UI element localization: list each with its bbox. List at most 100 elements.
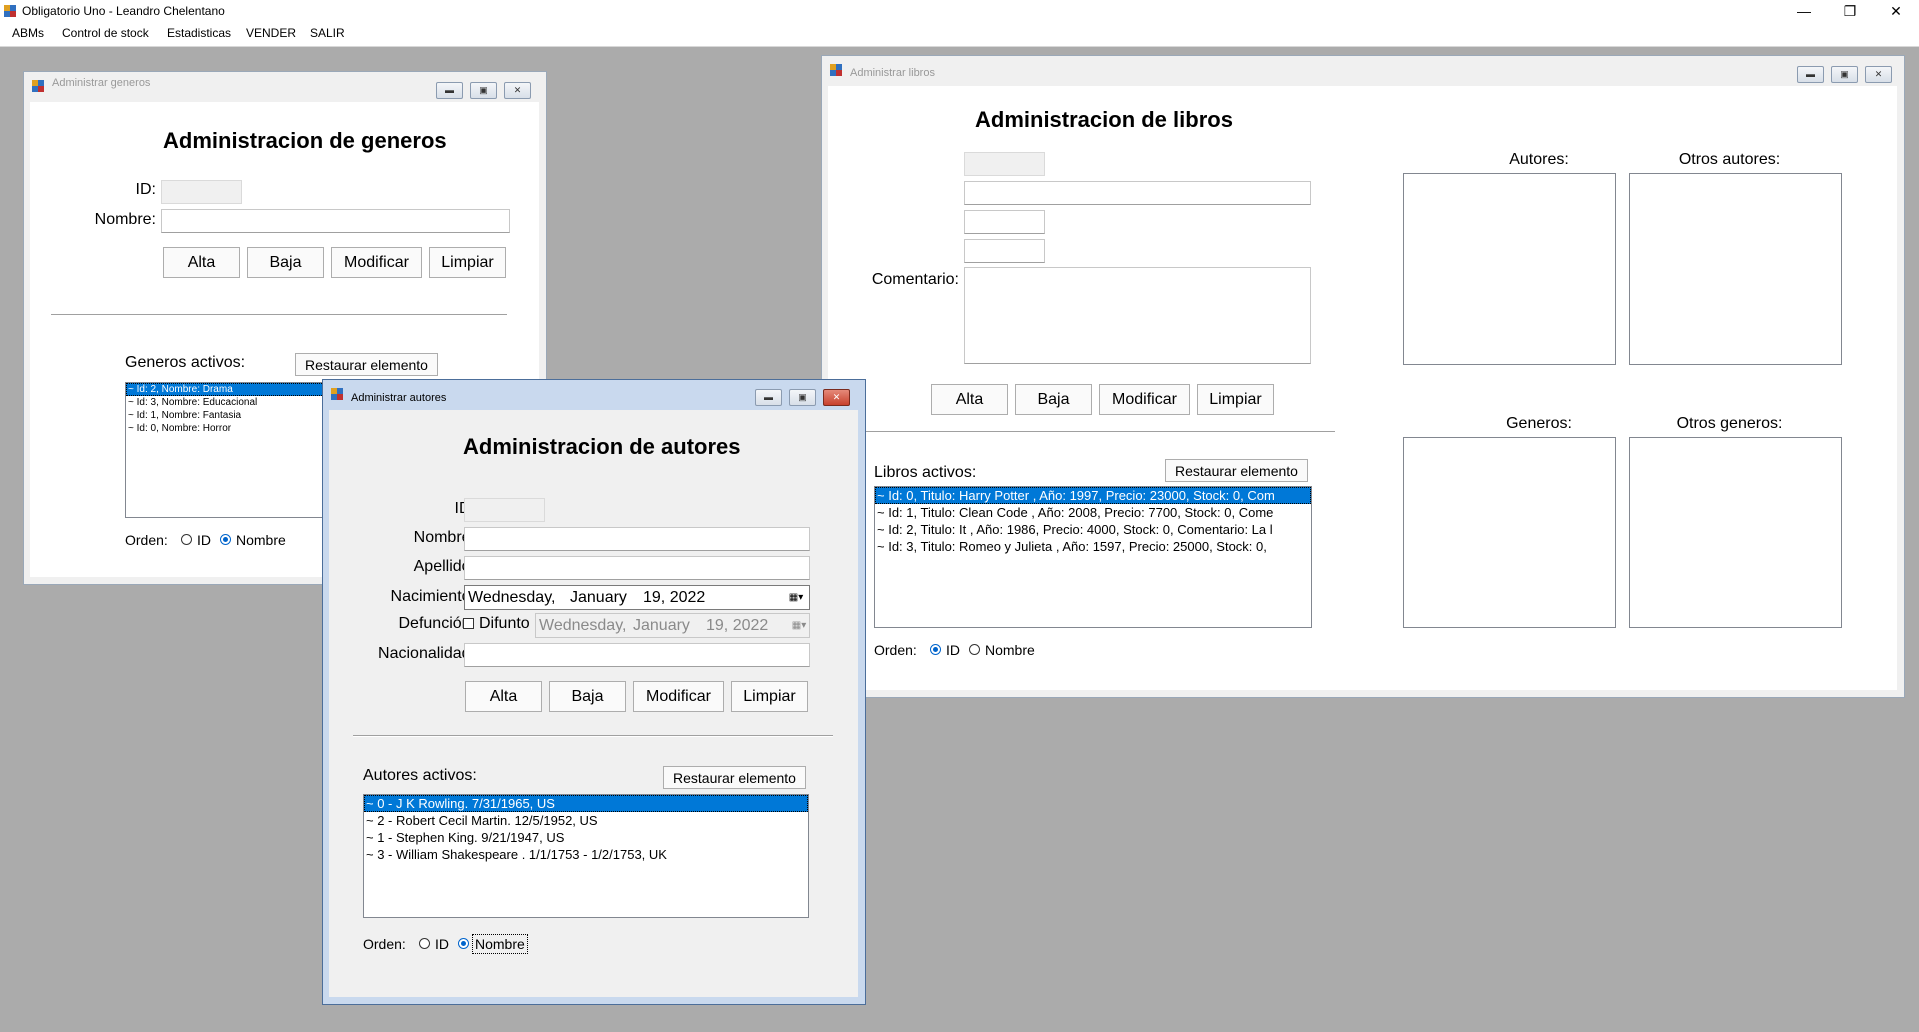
list-item[interactable]: ~ Id: 2, Titulo: It , Año: 1986, Precio:… (875, 521, 1311, 538)
autores-nacionalidad-label: Nacionalidad: (378, 645, 475, 662)
libros-otros-generos-label: Otros generos: (1676, 415, 1783, 432)
autores-modificar-button[interactable]: Modificar (633, 681, 724, 712)
window-icon (32, 80, 44, 92)
calendar-dropdown-icon[interactable]: ▦▾ (788, 590, 804, 606)
autores-maximize-icon[interactable]: ▣ (789, 389, 816, 406)
autores-nacionalidad-field[interactable] (464, 643, 810, 667)
autores-alta-button[interactable]: Alta (465, 681, 542, 712)
libros-otros-autores-listbox[interactable] (1629, 173, 1842, 365)
list-item[interactable]: ~ Id: 3, Titulo: Romeo y Julieta , Año: … (875, 538, 1311, 555)
generos-minimize-icon[interactable]: ▬ (436, 82, 463, 99)
generos-divider (51, 314, 507, 316)
libros-alta-button[interactable]: Alta (931, 384, 1008, 415)
libros-generos-listbox[interactable] (1403, 437, 1616, 628)
minimize-icon[interactable]: — (1781, 0, 1827, 22)
autores-minimize-icon[interactable]: ▬ (755, 389, 782, 406)
libros-anio-field[interactable] (964, 210, 1045, 234)
autores-close-icon[interactable]: ✕ (823, 389, 850, 406)
generos-list-label: Generos activos: (125, 354, 246, 371)
list-item[interactable]: ~ 0 - J K Rowling. 7/31/1965, US (364, 795, 808, 812)
libros-close-icon[interactable]: ✕ (1865, 66, 1892, 83)
generos-orden-nombre-radio[interactable] (220, 534, 231, 545)
close-icon[interactable]: ✕ (1873, 0, 1919, 22)
autores-orden-nombre-radio[interactable] (458, 938, 469, 949)
generos-id-field[interactable] (161, 180, 242, 204)
libros-precio-field[interactable] (964, 239, 1045, 263)
libros-modificar-button[interactable]: Modificar (1099, 384, 1190, 415)
list-item[interactable]: ~ Id: 0, Titulo: Harry Potter , Año: 199… (875, 487, 1311, 504)
generos-id-label: ID: (135, 181, 156, 198)
menu-control-stock[interactable]: Control de stock (58, 26, 153, 40)
generos-close-icon[interactable]: ✕ (504, 82, 531, 99)
nacimiento-month: January (570, 588, 627, 606)
list-item[interactable]: ~ Id: 1, Titulo: Clean Code , Año: 2008,… (875, 504, 1311, 521)
libros-minimize-icon[interactable]: ▬ (1797, 66, 1824, 83)
autores-window-title: Administrar autores (351, 392, 447, 404)
libros-restore-button[interactable]: Restaurar elemento (1165, 459, 1308, 482)
list-item[interactable]: ~ Id: 0, Nombre: Horror (126, 422, 324, 435)
libros-divider (828, 431, 1335, 433)
menu-salir[interactable]: SALIR (306, 26, 349, 40)
libros-listbox[interactable]: ~ Id: 0, Titulo: Harry Potter , Año: 199… (874, 486, 1312, 628)
autores-divider (353, 735, 833, 737)
list-item[interactable]: ~ 2 - Robert Cecil Martin. 12/5/1952, US (364, 812, 808, 829)
libros-orden-nombre-radio[interactable] (969, 644, 980, 655)
autores-nombre-label: Nombre: (413, 529, 475, 546)
list-item[interactable]: ~ 1 - Stephen King. 9/21/1947, US (364, 829, 808, 846)
generos-restore-button[interactable]: Restaurar elemento (295, 353, 438, 376)
menu-abms[interactable]: ABMs (8, 26, 48, 40)
autores-orden-label: Orden: (363, 936, 406, 952)
generos-orden-label: Orden: (125, 532, 168, 548)
libros-maximize-icon[interactable]: ▣ (1831, 66, 1858, 83)
generos-baja-button[interactable]: Baja (247, 247, 324, 278)
autores-nacimiento-datepicker[interactable]: Wednesday, January 19, 2022 ▦▾ (464, 585, 810, 610)
autores-window-caption: Administrar autores ▬ ▣ ✕ (323, 380, 865, 406)
generos-modificar-button[interactable]: Modificar (331, 247, 422, 278)
autores-apellido-field[interactable] (464, 556, 810, 580)
libros-otros-generos-listbox[interactable] (1629, 437, 1842, 628)
libros-comentario-field[interactable] (964, 267, 1311, 364)
autores-restore-button[interactable]: Restaurar elemento (663, 766, 806, 789)
generos-alta-button[interactable]: Alta (163, 247, 240, 278)
generos-orden-nombre-label: Nombre (236, 532, 286, 548)
maximize-icon[interactable]: ❐ (1827, 0, 1873, 22)
libros-baja-button[interactable]: Baja (1015, 384, 1092, 415)
generos-listbox[interactable]: ~ Id: 2, Nombre: Drama ~ Id: 3, Nombre: … (125, 382, 325, 518)
autores-limpiar-button[interactable]: Limpiar (731, 681, 808, 712)
autores-orden-id-radio[interactable] (419, 938, 430, 949)
autores-listbox[interactable]: ~ 0 - J K Rowling. 7/31/1965, US ~ 2 - R… (363, 794, 809, 918)
autores-orden-id-label: ID (435, 936, 449, 952)
libros-orden-id-label: ID (946, 642, 960, 658)
libros-autores-listbox[interactable] (1403, 173, 1616, 365)
libros-generos-label: Generos: (1506, 415, 1572, 432)
autores-list-label: Autores activos: (363, 767, 477, 784)
libros-limpiar-button[interactable]: Limpiar (1197, 384, 1274, 415)
generos-window-title: Administrar generos (52, 77, 151, 89)
list-item[interactable]: ~ 3 - William Shakespeare . 1/1/1753 - 1… (364, 846, 808, 863)
autores-difunto-checkbox[interactable] (463, 618, 474, 629)
generos-orden-id-radio[interactable] (181, 534, 192, 545)
libros-titulo-field[interactable] (964, 181, 1311, 205)
calendar-dropdown-icon[interactable]: ▦▾ (791, 618, 807, 634)
autores-defuncion-label: Defunción: (398, 615, 476, 632)
autores-difunto-label: Difunto (479, 615, 530, 632)
autores-baja-button[interactable]: Baja (549, 681, 626, 712)
generos-nombre-field[interactable] (161, 209, 510, 233)
list-item[interactable]: ~ Id: 1, Nombre: Fantasia (126, 409, 324, 422)
generos-limpiar-button[interactable]: Limpiar (429, 247, 506, 278)
libros-comentario-label: Comentario: (871, 271, 959, 288)
autores-id-field[interactable] (464, 498, 545, 522)
autores-defuncion-datepicker[interactable]: Wednesday, January 19, 2022 ▦▾ (535, 613, 810, 638)
autores-nombre-field[interactable] (464, 527, 810, 551)
libros-id-field[interactable] (964, 152, 1045, 176)
generos-maximize-icon[interactable]: ▣ (470, 82, 497, 99)
list-item[interactable]: ~ Id: 3, Nombre: Educacional (126, 396, 324, 409)
libros-list-label: Libros activos: (874, 464, 977, 481)
menu-vender[interactable]: VENDER (242, 26, 300, 40)
libros-window: Administrar libros ▬ ▣ ✕ Administracion … (821, 55, 1905, 698)
libros-orden-id-radio[interactable] (930, 644, 941, 655)
app-icon (4, 5, 16, 17)
list-item[interactable]: ~ Id: 2, Nombre: Drama (126, 383, 324, 396)
menu-estadisticas[interactable]: Estadisticas (163, 26, 235, 40)
autores-heading: Administracion de autores (463, 434, 741, 459)
